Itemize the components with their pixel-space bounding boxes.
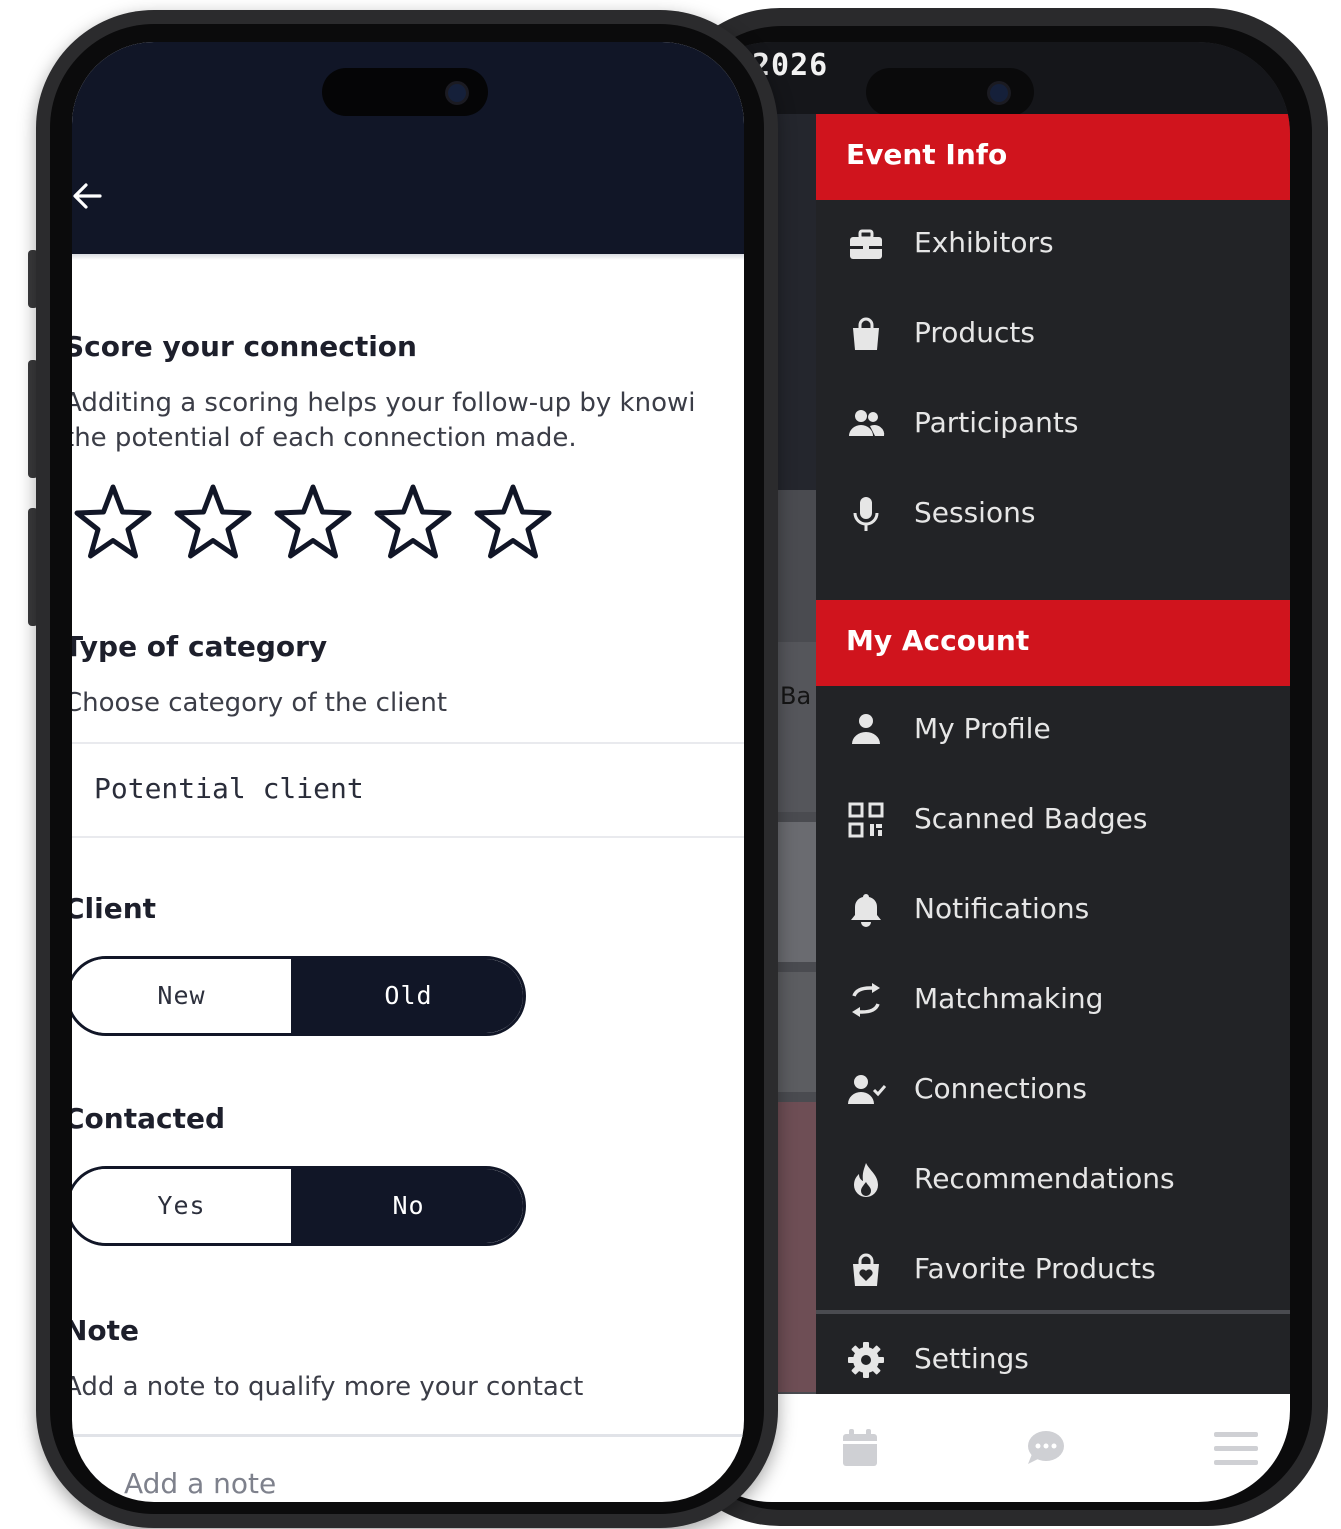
category-select[interactable]: Potential client xyxy=(72,742,744,838)
menu-item-label: Recommendations xyxy=(914,1162,1175,1195)
note-description: Add a note to qualify more your contact xyxy=(72,1372,584,1402)
score-description-line2: the potential of each connection made. xyxy=(72,423,577,453)
menu-item-label: Participants xyxy=(914,406,1079,439)
user-check-icon xyxy=(848,1075,886,1104)
camera-icon xyxy=(990,84,1008,102)
menu-item-label: Scanned Badges xyxy=(914,802,1148,835)
category-section-title: Type of category xyxy=(72,630,328,663)
hamburger-menu-icon[interactable] xyxy=(1210,1424,1258,1472)
menu-item-scanned-badges[interactable]: Scanned Badges xyxy=(816,776,1290,864)
menu-section-event-info: Event Info xyxy=(816,114,1290,200)
menu-item-label: Notifications xyxy=(914,892,1090,925)
swap-arrows-icon xyxy=(852,983,880,1017)
star-icon[interactable] xyxy=(472,482,554,564)
star-icon[interactable] xyxy=(172,482,254,564)
star-rating xyxy=(72,482,572,568)
bell-icon xyxy=(851,894,881,927)
back-arrow-icon[interactable] xyxy=(72,178,106,214)
contacted-toggle: Yes No xyxy=(72,1166,526,1246)
menu-item-participants[interactable]: Participants xyxy=(816,380,1290,468)
menu-item-label: Connections xyxy=(914,1072,1088,1105)
client-toggle: New Old xyxy=(72,956,526,1036)
calendar-icon[interactable] xyxy=(836,1424,884,1472)
shopping-bag-icon xyxy=(853,317,879,350)
menu-item-favorite-products[interactable]: Favorite Products xyxy=(816,1226,1290,1314)
menu-item-label: Products xyxy=(914,316,1035,349)
microphone-icon xyxy=(853,497,879,531)
camera-icon xyxy=(448,84,466,102)
menu-item-sessions[interactable]: Sessions xyxy=(816,470,1290,558)
menu-item-label: My Profile xyxy=(914,712,1051,745)
menu-item-label: Favorite Products xyxy=(914,1252,1156,1285)
menu-section-my-account: My Account xyxy=(816,600,1290,686)
client-section-title: Client xyxy=(72,892,157,925)
client-option-new[interactable]: New xyxy=(72,959,294,1033)
contacted-section-title: Contacted xyxy=(72,1102,226,1135)
menu-item-recommendations[interactable]: Recommendations xyxy=(816,1136,1290,1224)
note-section-title: Note xyxy=(72,1314,140,1347)
category-select-value: Potential client xyxy=(94,772,364,805)
front-phone-screen: Score your connection Additing a scoring… xyxy=(72,42,744,1502)
users-icon xyxy=(849,410,885,436)
menu-item-products[interactable]: Products xyxy=(816,290,1290,378)
gear-icon xyxy=(848,1342,884,1378)
menu-section-title: My Account xyxy=(846,624,1030,657)
menu-item-settings[interactable]: Settings xyxy=(816,1316,1290,1404)
menu-divider xyxy=(816,1310,1290,1314)
qr-code-icon xyxy=(848,802,884,838)
menu-item-exhibitors[interactable]: Exhibitors xyxy=(816,200,1290,288)
dynamic-island xyxy=(866,68,1034,116)
score-section-title: Score your connection xyxy=(72,330,417,363)
contacted-option-yes[interactable]: Yes xyxy=(72,1169,294,1243)
star-icon[interactable] xyxy=(72,482,154,564)
menu-section-title: Event Info xyxy=(846,138,1008,171)
background-peek-text: Ba xyxy=(780,682,812,710)
menu-item-connections[interactable]: Connections xyxy=(816,1046,1290,1134)
note-input[interactable]: Add a note xyxy=(72,1434,744,1502)
favorite-bag-icon xyxy=(853,1253,879,1286)
category-description: Choose category of the client xyxy=(72,688,448,718)
client-option-old[interactable]: Old xyxy=(291,959,523,1033)
menu-item-matchmaking[interactable]: Matchmaking xyxy=(816,956,1290,1044)
chat-icon[interactable] xyxy=(1022,1424,1070,1472)
menu-item-label: Matchmaking xyxy=(914,982,1104,1015)
contacted-option-no[interactable]: No xyxy=(291,1169,523,1243)
menu-item-my-profile[interactable]: My Profile xyxy=(816,686,1290,774)
user-icon xyxy=(852,714,880,744)
flame-icon xyxy=(854,1163,878,1197)
menu-item-notifications[interactable]: Notifications xyxy=(816,866,1290,954)
menu-item-label: Sessions xyxy=(914,496,1036,529)
menu-item-label: Exhibitors xyxy=(914,226,1054,259)
side-menu: Event Info Exhibitors Products Participa… xyxy=(816,114,1290,1394)
star-icon[interactable] xyxy=(272,482,354,564)
star-icon[interactable] xyxy=(372,482,454,564)
note-placeholder: Add a note xyxy=(124,1467,277,1500)
briefcase-icon xyxy=(850,229,882,259)
menu-item-label: Settings xyxy=(914,1342,1029,1375)
score-description-line1: Additing a scoring helps your follow-up … xyxy=(72,388,696,418)
